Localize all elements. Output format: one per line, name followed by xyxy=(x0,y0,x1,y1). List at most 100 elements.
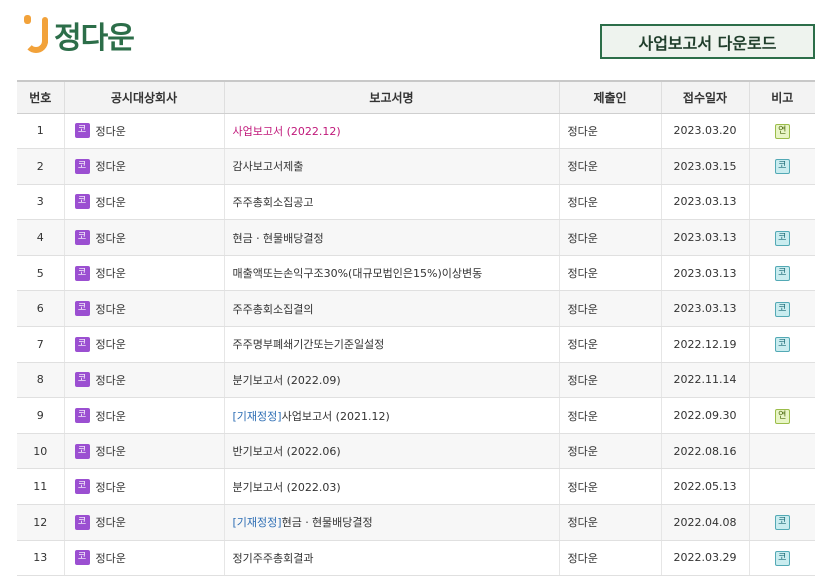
table-row: 7 코 정다운 주주명부폐쇄기간또는기준일설정 정다운 2022.12.19 코 xyxy=(17,326,815,363)
header-note[interactable]: 비고 xyxy=(748,80,815,114)
company-name-link[interactable]: 정다운 xyxy=(96,196,126,209)
table-row: 1 코 정다운 사업보고서 (2022.12) 정다운 2023.03.20 연 xyxy=(17,113,815,150)
report-name-link[interactable]: 반기보고서 (2022.06) xyxy=(233,445,341,458)
submitter-cell: 정다운 xyxy=(558,219,661,256)
market-badge: 코 xyxy=(74,372,90,388)
report-name-cell: [기재정정]사업보고서 (2021.12) xyxy=(223,397,559,434)
report-name-cell: 분기보고서 (2022.03) xyxy=(223,468,559,506)
submitter-cell: 정다운 xyxy=(558,540,661,577)
report-name-link[interactable]: 현금ㆍ현물배당결정 xyxy=(282,516,373,529)
company-cell: 코 정다운 xyxy=(63,362,224,399)
receipt-date-cell: 2023.03.13 xyxy=(660,219,749,256)
report-name-link[interactable]: 매출액또는손익구조30%(대규모법인은15%)이상변동 xyxy=(233,267,483,280)
submitter-cell: 정다운 xyxy=(558,326,661,363)
market-badge: 코 xyxy=(74,265,90,281)
table-header-row: 번호 공시대상회사 보고서명 제출인 접수일자 비고 xyxy=(17,80,815,114)
company-name-link[interactable]: 정다운 xyxy=(96,516,126,529)
company-cell: 코 정다운 xyxy=(63,326,224,363)
note-badge[interactable]: 연 xyxy=(774,123,790,139)
company-name-link[interactable]: 정다운 xyxy=(96,125,126,138)
table-row: 5 코 정다운 매출액또는손익구조30%(대규모법인은15%)이상변동 정다운 2… xyxy=(17,255,815,292)
report-name-link[interactable]: 주주총회소집결의 xyxy=(233,303,314,316)
submitter-cell: 정다운 xyxy=(558,184,661,221)
receipt-date-cell: 2023.03.13 xyxy=(660,255,749,292)
note-badge[interactable]: 코 xyxy=(774,301,790,317)
company-name-link[interactable]: 정다운 xyxy=(96,552,126,565)
note-cell: 코 xyxy=(748,148,815,185)
header-submitter[interactable]: 제출인 xyxy=(558,80,661,114)
table-row: 9 코 정다운 [기재정정]사업보고서 (2021.12) 정다운 2022.09… xyxy=(17,397,815,434)
header-number[interactable]: 번호 xyxy=(17,80,64,114)
report-name-cell: 현금ㆍ현물배당결정 xyxy=(223,219,559,256)
page-header: 정다운 사업보고서 다운로드 xyxy=(0,0,835,72)
receipt-date-cell: 2022.12.19 xyxy=(660,326,749,363)
note-badge[interactable]: 코 xyxy=(774,266,790,282)
report-name-link[interactable]: 현금ㆍ현물배당결정 xyxy=(233,232,324,245)
report-name-link[interactable]: 분기보고서 (2022.03) xyxy=(233,481,341,494)
report-name-cell: 정기주주총회결과 xyxy=(223,540,559,577)
row-number: 4 xyxy=(17,219,64,256)
row-number: 6 xyxy=(17,290,64,328)
submitter-cell: 정다운 xyxy=(558,148,661,185)
company-name-link[interactable]: 정다운 xyxy=(96,338,126,351)
company-name-link[interactable]: 정다운 xyxy=(96,267,126,280)
company-name-link[interactable]: 정다운 xyxy=(96,303,126,316)
table-row: 12 코 정다운 [기재정정]현금ㆍ현물배당결정 정다운 2022.04.08 코 xyxy=(17,504,815,541)
market-badge: 코 xyxy=(74,514,90,530)
row-number: 2 xyxy=(17,148,64,185)
company-name-link[interactable]: 정다운 xyxy=(96,445,126,458)
correction-prefix[interactable]: [기재정정] xyxy=(233,410,282,423)
company-cell: 코 정다운 xyxy=(63,504,224,541)
report-name-link[interactable]: 감사보고서제출 xyxy=(233,160,304,173)
note-badge[interactable]: 코 xyxy=(774,230,790,246)
row-number: 3 xyxy=(17,184,64,221)
company-cell: 코 정다운 xyxy=(63,255,224,292)
receipt-date-cell: 2022.08.16 xyxy=(660,433,749,470)
company-cell: 코 정다운 xyxy=(63,540,224,577)
report-name-link[interactable]: 정기주주총회결과 xyxy=(233,552,314,565)
note-badge[interactable]: 코 xyxy=(774,337,790,353)
company-cell: 코 정다운 xyxy=(63,184,224,221)
report-name-link[interactable]: 사업보고서 (2021.12) xyxy=(282,410,390,423)
correction-prefix[interactable]: [기재정정] xyxy=(233,516,282,529)
company-name-link[interactable]: 정다운 xyxy=(96,232,126,245)
table-row: 4 코 정다운 현금ㆍ현물배당결정 정다운 2023.03.13 코 xyxy=(17,219,815,256)
report-name-cell: 분기보고서 (2022.09) xyxy=(223,362,559,399)
company-name-link[interactable]: 정다운 xyxy=(96,410,126,423)
report-name-link[interactable]: 주주명부폐쇄기간또는기준일설정 xyxy=(233,338,385,351)
header-report-name[interactable]: 보고서명 xyxy=(223,80,559,114)
receipt-date-cell: 2023.03.13 xyxy=(660,184,749,221)
row-number: 5 xyxy=(17,255,64,292)
table-row: 8 코 정다운 분기보고서 (2022.09) 정다운 2022.11.14 xyxy=(17,362,815,399)
report-name-link[interactable]: 주주총회소집공고 xyxy=(233,196,314,209)
header-receipt-date[interactable]: 접수일자 xyxy=(660,80,749,114)
table-row: 13 코 정다운 정기주주총회결과 정다운 2022.03.29 코 xyxy=(17,540,815,577)
company-name-link[interactable]: 정다운 xyxy=(96,481,126,494)
note-cell xyxy=(748,184,815,221)
row-number: 9 xyxy=(17,397,64,434)
company-name-link[interactable]: 정다운 xyxy=(96,374,126,387)
header-company[interactable]: 공시대상회사 xyxy=(63,80,224,114)
note-cell: 연 xyxy=(748,113,815,150)
company-cell: 코 정다운 xyxy=(63,148,224,185)
note-badge[interactable]: 코 xyxy=(774,550,790,566)
market-badge: 코 xyxy=(74,194,90,210)
note-badge[interactable]: 코 xyxy=(774,159,790,175)
table-row: 10 코 정다운 반기보고서 (2022.06) 정다운 2022.08.16 xyxy=(17,433,815,470)
note-badge[interactable]: 연 xyxy=(774,408,790,424)
company-cell: 코 정다운 xyxy=(63,113,224,150)
note-badge[interactable]: 코 xyxy=(774,515,790,531)
company-logo[interactable]: 정다운 xyxy=(24,14,135,56)
submitter-cell: 정다운 xyxy=(558,397,661,434)
report-name-link[interactable]: 사업보고서 (2022.12) xyxy=(233,125,341,138)
market-badge: 코 xyxy=(74,301,90,317)
annual-report-download-button[interactable]: 사업보고서 다운로드 xyxy=(600,24,815,59)
submitter-cell: 정다운 xyxy=(558,255,661,292)
market-badge: 코 xyxy=(74,408,90,424)
report-name-link[interactable]: 분기보고서 (2022.09) xyxy=(233,374,341,387)
row-number: 10 xyxy=(17,433,64,470)
note-cell: 코 xyxy=(748,326,815,363)
company-name-link[interactable]: 정다운 xyxy=(96,160,126,173)
company-cell: 코 정다운 xyxy=(63,290,224,328)
submitter-cell: 정다운 xyxy=(558,504,661,541)
